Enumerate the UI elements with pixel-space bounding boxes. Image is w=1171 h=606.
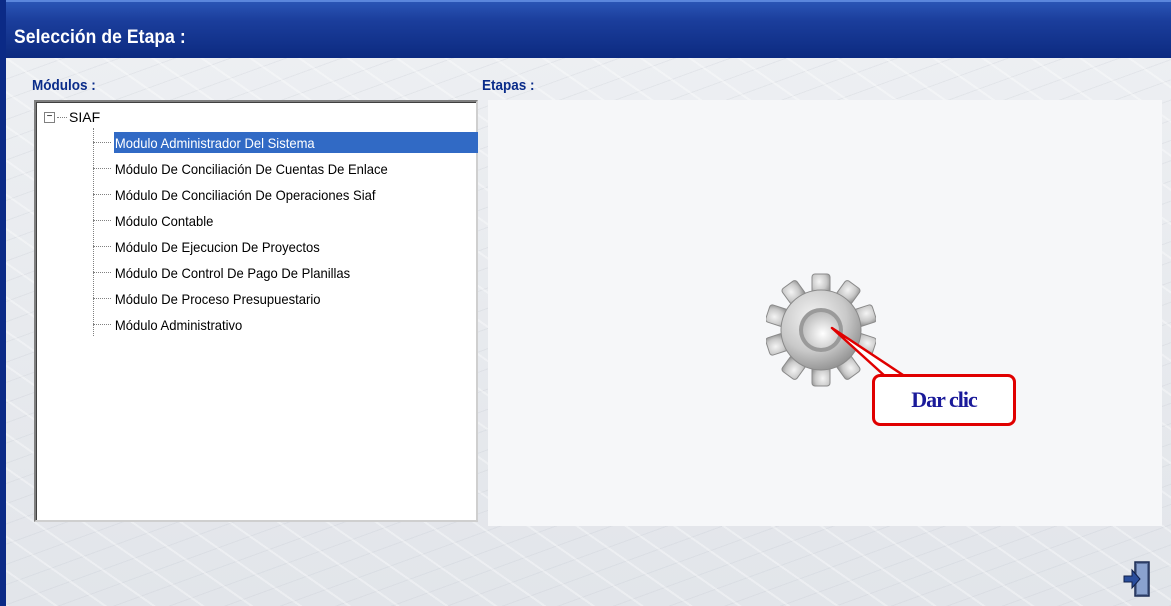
collapse-icon[interactable]: − [44, 111, 55, 123]
gear-icon[interactable] [766, 270, 876, 390]
tree-connector [93, 194, 111, 195]
tree-connector [93, 324, 111, 325]
tree-item-label: Módulo De Proceso Presupuestario [114, 290, 321, 307]
title-bar: Selección de Etapa : [6, 0, 1171, 58]
tree-item-modulo-administrativo[interactable]: Módulo Administrativo [93, 314, 255, 335]
tree-item-label: Módulo Contable [114, 212, 214, 229]
tree-connector [93, 272, 111, 273]
tree-connector [93, 168, 111, 169]
window-title: Selección de Etapa : [14, 27, 186, 48]
tree-item-modulo-contable[interactable]: Módulo Contable [93, 210, 224, 231]
dar-clic-callout: Dar clic [872, 374, 1016, 426]
tree-root-label: SIAF [69, 109, 101, 125]
modules-tree[interactable]: − SIAF Modulo Administrador Del Sistema … [34, 100, 478, 522]
modulos-label: Módulos : [32, 77, 96, 94]
tree-item-label: Modulo Administrador Del Sistema [114, 133, 318, 152]
tree-item-ejecucion-proyectos[interactable]: Módulo De Ejecucion De Proyectos [93, 236, 338, 257]
tree-item-conciliacion-cuentas-enlace[interactable]: Módulo De Conciliación De Cuentas De Enl… [93, 158, 411, 179]
stage-selection-window: Selección de Etapa : Módulos : Etapas : … [0, 0, 1171, 606]
tree-item-label: Módulo De Conciliación De Cuentas De Enl… [114, 160, 388, 177]
tree-connector [93, 298, 111, 299]
tree-item-label: Módulo De Ejecucion De Proyectos [114, 238, 320, 255]
tree-connector [93, 246, 111, 247]
tree-connector [57, 116, 67, 118]
tree-item-control-pago-planillas[interactable]: Módulo De Control De Pago De Planillas [93, 262, 371, 283]
tree-item-modulo-administrador-del-sistema[interactable]: Modulo Administrador Del Sistema [93, 132, 478, 153]
exit-door-icon[interactable] [1122, 560, 1152, 598]
tree-item-conciliacion-operaciones-siaf[interactable]: Módulo De Conciliación De Operaciones Si… [93, 184, 398, 205]
tree-connector [93, 142, 111, 143]
tree-item-label: Módulo De Control De Pago De Planillas [114, 264, 351, 281]
tree-item-label: Módulo De Conciliación De Operaciones Si… [114, 186, 376, 203]
callout-text: Dar clic [911, 387, 978, 412]
tree-item-label: Módulo Administrativo [114, 316, 243, 333]
tree-connector [93, 220, 111, 221]
tree-item-proceso-presupuestario[interactable]: Módulo De Proceso Presupuestario [93, 288, 339, 309]
tree-root-siaf[interactable]: − SIAF [44, 108, 100, 126]
etapas-label: Etapas : [482, 77, 535, 94]
